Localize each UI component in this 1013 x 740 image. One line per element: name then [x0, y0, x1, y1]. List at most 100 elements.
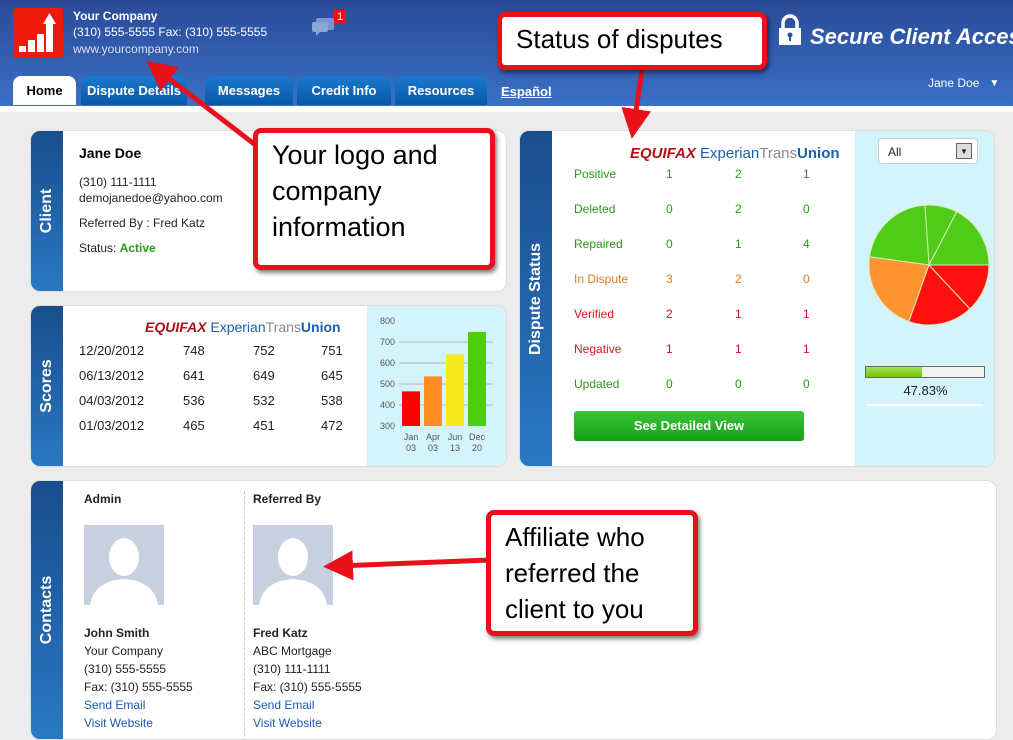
send-email-link[interactable]: Send Email	[84, 698, 145, 712]
progress-fill	[866, 367, 923, 377]
dispute-count: 1	[666, 342, 673, 356]
score-chart-panel: 300 400 500 600 700 800 Jan 03 Apr 03 Jun 13 Dec 20	[367, 306, 506, 466]
tab-resources[interactable]: Resources	[395, 76, 487, 105]
score-value: 465	[183, 418, 205, 433]
client-strip: Client	[31, 131, 63, 291]
y-tick-label: 300	[380, 421, 395, 431]
dispute-count: 2	[735, 272, 742, 286]
score-value: 752	[253, 343, 275, 358]
tab-dispute-details[interactable]: Dispute Details	[81, 76, 187, 105]
y-tick-label: 600	[380, 358, 395, 368]
dispute-count: 4	[803, 237, 810, 251]
equifax-logo: EQUIFAX	[630, 145, 696, 162]
dispute-status-label: Verified	[574, 307, 615, 321]
dispute-count: 0	[735, 377, 742, 391]
transunion-logo-a: Trans	[265, 319, 301, 335]
score-value: 472	[321, 418, 343, 433]
contact-name: Fred Katz	[253, 626, 308, 640]
score-value: 645	[321, 368, 343, 383]
secure-access-title: Secure Client Access	[810, 24, 1013, 49]
dispute-status-label: Positive	[574, 167, 617, 181]
visit-website-link[interactable]: Visit Website	[253, 716, 322, 730]
company-name: Your Company	[73, 9, 158, 23]
contacts-strip: Contacts	[31, 481, 63, 739]
dispute-count: 2	[735, 167, 742, 181]
client-referred-by: Referred By : Fred Katz	[79, 216, 206, 230]
x-tick-label: Apr	[426, 432, 440, 442]
y-tick-label: 800	[380, 316, 395, 326]
y-tick-label: 400	[380, 400, 395, 410]
status-badge: Active	[119, 241, 156, 255]
score-date: 06/13/2012	[79, 368, 145, 383]
score-value: 649	[253, 368, 275, 383]
dispute-count: 3	[666, 272, 673, 286]
score-bar	[424, 376, 442, 426]
contact-phone: (310) 111-1111	[253, 662, 331, 676]
contact-name: John Smith	[84, 626, 150, 640]
client-name: Jane Doe	[79, 145, 142, 161]
dispute-status-label: In Dispute	[574, 272, 629, 286]
x-tick-label: Jan	[404, 432, 419, 442]
dispute-count: 0	[666, 202, 673, 216]
experian-logo: Experian	[700, 145, 760, 162]
score-value: 751	[321, 343, 343, 358]
contact-company: ABC Mortgage	[253, 644, 332, 658]
progress-label: 47.83%	[903, 383, 948, 398]
tab-credit-info[interactable]: Credit Info	[297, 76, 391, 105]
chevron-down-icon: ▼	[989, 78, 1000, 89]
tab-home[interactable]: Home	[13, 76, 76, 105]
see-detailed-view-button[interactable]: See Detailed View	[574, 411, 804, 441]
message-count-badge: 1	[334, 10, 347, 24]
dispute-count: 0	[803, 202, 810, 216]
client-status: Status: Active	[79, 241, 156, 255]
dispute-status-label: Negative	[574, 342, 622, 356]
user-menu[interactable]: Jane Doe ▼	[928, 76, 999, 90]
dispute-chart-panel: All ▼ 47.83%	[855, 131, 994, 466]
dispute-count: 2	[666, 307, 673, 321]
language-link[interactable]: Español	[501, 84, 552, 99]
score-value: 748	[183, 343, 205, 358]
score-bar	[446, 354, 464, 426]
score-bar	[468, 331, 486, 426]
section-label: Dispute Status	[527, 242, 544, 355]
dispute-count: 1	[803, 342, 810, 356]
section-label: Client	[38, 188, 55, 234]
send-email-link[interactable]: Send Email	[253, 698, 314, 712]
divider	[867, 404, 983, 406]
x-tick-label: 20	[472, 443, 482, 453]
filter-select[interactable]: All ▼	[878, 138, 978, 164]
filter-value: All	[888, 145, 902, 159]
x-tick-label: Dec	[469, 432, 486, 442]
dispute-count: 0	[803, 272, 810, 286]
bureau-logos: EQUIFAX ExperianTransUnion	[630, 145, 840, 162]
visit-website-link[interactable]: Visit Website	[84, 716, 153, 730]
messages-icon[interactable]	[312, 16, 336, 39]
contact-fax: Fax: (310) 555-5555	[253, 680, 362, 694]
dispute-count: 1	[803, 167, 810, 181]
section-label: Contacts	[38, 575, 55, 645]
dispute-status-label: Deleted	[574, 202, 616, 216]
dispute-card: Dispute Status EQUIFAX ExperianTransUnio…	[519, 130, 995, 467]
score-value: 532	[253, 393, 275, 408]
score-value: 451	[253, 418, 275, 433]
dispute-count: 1	[803, 307, 810, 321]
score-date: 04/03/2012	[79, 393, 145, 408]
dispute-strip: Dispute Status	[520, 131, 552, 466]
dispute-pie-chart	[868, 204, 990, 326]
dispute-count: 1	[735, 307, 742, 321]
score-bar	[402, 391, 420, 426]
tab-messages[interactable]: Messages	[205, 76, 293, 105]
score-date: 12/20/2012	[79, 343, 145, 358]
scores-card: Scores EQUIFAX ExperianTransUnion 12/20/…	[30, 305, 507, 467]
avatar	[253, 525, 333, 605]
user-name: Jane Doe	[928, 76, 980, 90]
contact-role: Referred By	[253, 492, 322, 506]
client-email: demojanedoe@yahoo.com	[79, 191, 223, 205]
x-tick-label: 13	[450, 443, 460, 453]
x-tick-label: 03	[406, 443, 416, 453]
x-tick-label: Jun	[448, 432, 463, 442]
contact-fax: Fax: (310) 555-5555	[84, 680, 193, 694]
company-logo	[13, 8, 63, 58]
contact-role: Admin	[84, 492, 122, 506]
bureau-logos: EQUIFAX ExperianTransUnion	[145, 319, 341, 335]
